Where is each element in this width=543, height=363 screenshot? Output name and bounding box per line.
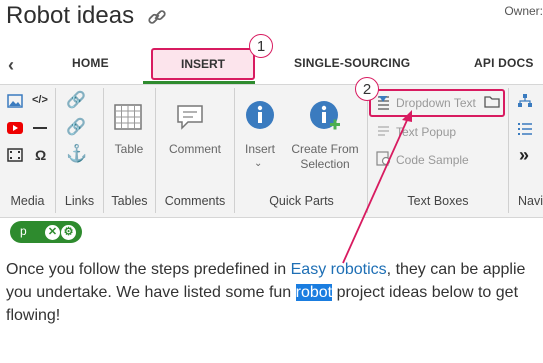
group-label-tables: Tables — [111, 194, 148, 208]
text-segment: project ideas below to get — [332, 284, 519, 301]
comment-icon[interactable] — [176, 103, 204, 131]
close-icon[interactable]: ✕ — [45, 225, 60, 240]
unlink-icon[interactable]: 🔗 — [66, 117, 86, 137]
text-segment: you undertake. We have listed some fun — [6, 284, 296, 301]
horizontal-line-icon[interactable] — [33, 127, 47, 129]
editor-content[interactable]: Once you follow the steps predefined in … — [6, 258, 543, 327]
group-label-navigation: Navi — [518, 194, 543, 208]
more-icon[interactable]: » — [519, 145, 529, 166]
callout-badge-1: 1 — [249, 34, 273, 58]
anchor-icon[interactable]: ⚓ — [66, 144, 87, 164]
group-label-quick-parts: Quick Parts — [269, 194, 334, 208]
group-label-media: Media — [10, 194, 45, 208]
info-icon[interactable] — [245, 100, 275, 130]
text-segment: flowing! — [6, 307, 61, 324]
table-button[interactable]: Table — [104, 142, 154, 157]
tab-api-docs[interactable]: API DOCS — [474, 56, 534, 70]
comment-button[interactable]: Comment — [156, 142, 234, 157]
video-icon[interactable] — [7, 148, 23, 162]
tab-insert[interactable]: INSERT — [151, 48, 255, 80]
group-label-text-boxes: Text Boxes — [407, 194, 469, 208]
chevron-down-icon[interactable]: ⌄ — [254, 158, 262, 169]
tab-home[interactable]: HOME — [72, 56, 109, 70]
divider — [234, 88, 235, 213]
create-from-selection-button[interactable]: Create From Selection — [284, 142, 366, 172]
info-add-icon[interactable] — [309, 100, 341, 132]
code-sample-button[interactable]: Code Sample — [396, 153, 469, 167]
owners-label: Owner: — [504, 4, 543, 18]
dropdown-text-button[interactable]: Dropdown Text — [396, 96, 476, 110]
divider — [508, 88, 509, 213]
tree-icon[interactable] — [518, 94, 532, 108]
page-title: Robot ideas — [6, 2, 135, 29]
dropdown-text-icon — [378, 96, 389, 110]
tab-single-sourcing[interactable]: SINGLE-SOURCING — [294, 56, 410, 70]
callout-badge-2: 2 — [355, 77, 379, 101]
text-segment: Once you follow the steps predefined in — [6, 261, 291, 278]
image-icon[interactable] — [7, 94, 23, 108]
create-from-label: Create From — [291, 142, 359, 156]
paragraph-tag-label[interactable]: p — [20, 224, 27, 238]
group-label-comments: Comments — [164, 194, 226, 208]
code-sample-icon — [376, 151, 391, 166]
table-icon[interactable] — [114, 104, 142, 130]
link-icon[interactable] — [146, 6, 168, 28]
insert-button[interactable]: Insert — [236, 142, 284, 157]
text-popup-button[interactable]: Text Popup — [396, 125, 456, 139]
selected-text[interactable]: robot — [295, 284, 333, 301]
code-embed-icon[interactable]: </> — [32, 94, 48, 106]
selection-label: Selection — [300, 157, 350, 171]
youtube-icon[interactable] — [7, 121, 23, 135]
text-popup-icon — [378, 126, 389, 136]
chevron-left-icon[interactable]: ‹ — [8, 55, 14, 76]
easy-robotics-link[interactable]: Easy robotics — [291, 261, 387, 278]
gear-icon[interactable]: ⚙ — [61, 225, 76, 240]
text-segment: , they can be applie — [386, 261, 526, 278]
active-tab-indicator — [143, 81, 255, 84]
folder-icon[interactable] — [484, 95, 500, 108]
link-icon[interactable]: 🔗 — [66, 90, 86, 110]
omega-symbol-icon[interactable]: Ω — [35, 147, 46, 163]
group-label-links: Links — [64, 194, 95, 208]
list-icon[interactable] — [518, 122, 532, 136]
